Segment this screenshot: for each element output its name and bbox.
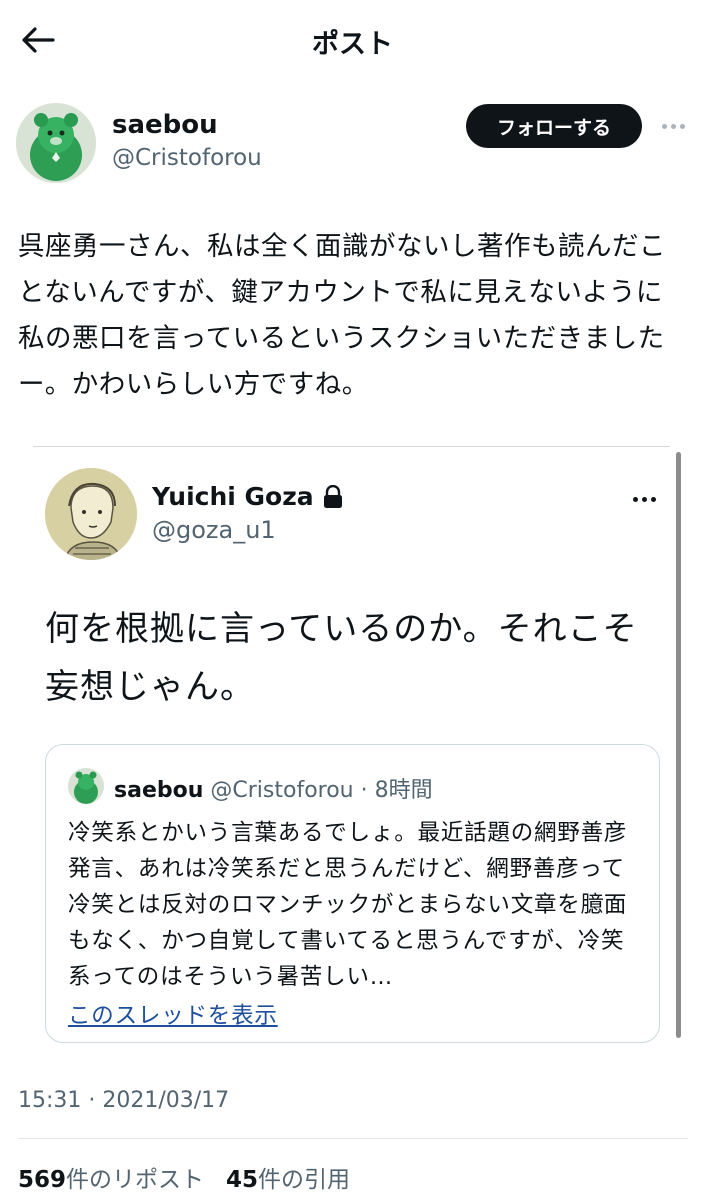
author-avatar[interactable] xyxy=(16,103,96,183)
scrollbar[interactable] xyxy=(676,452,681,1038)
post-timestamp[interactable]: 15:31 · 2021/03/17 xyxy=(18,1088,229,1113)
reposts-label: 件のリポスト xyxy=(66,1167,205,1193)
nested-author-handle: @Cristoforou xyxy=(210,778,354,803)
header: ポスト xyxy=(0,0,705,82)
quotes-label: 件の引用 xyxy=(257,1167,350,1193)
author-handle[interactable]: @Cristoforou xyxy=(112,145,262,171)
quotes-count: 45 xyxy=(225,1167,258,1193)
page-title: ポスト xyxy=(312,29,393,60)
nested-post-time: 8時間 xyxy=(374,778,433,803)
follow-button[interactable]: フォローする xyxy=(466,104,642,148)
quoted-more-options-icon[interactable] xyxy=(626,486,662,512)
post-stats: 569件のリポスト 45件の引用 xyxy=(18,1160,350,1194)
more-options-icon[interactable] xyxy=(655,112,691,140)
show-thread-link[interactable]: このスレッドを表示 xyxy=(68,998,278,1030)
nested-author-avatar xyxy=(68,768,104,804)
quoted-author-avatar[interactable] xyxy=(45,468,137,560)
reposts-stat[interactable]: 569件のリポスト xyxy=(18,1167,204,1193)
quoted-author-name[interactable]: Yuichi Goza xyxy=(152,482,314,511)
divider xyxy=(18,1138,688,1139)
quotes-stat[interactable]: 45件の引用 xyxy=(226,1167,350,1193)
quoted-post-text: 何を根拠に言っているのか。それこそ妄想じゃん。 xyxy=(45,609,638,707)
meta-separator: · xyxy=(353,778,375,803)
nested-author-name: saebou xyxy=(114,778,204,803)
quoted-author-handle[interactable]: @goza_u1 xyxy=(152,516,276,544)
post-text: 呉座勇一さん、私は全く面識がないし著作も読んだことないんですが、鍵アカウントで私… xyxy=(18,231,666,400)
nested-author-meta: saebou @Cristoforou · 8時間 xyxy=(114,772,433,804)
lock-icon xyxy=(323,484,342,508)
author-name[interactable]: saebou xyxy=(112,110,218,140)
quoted-author-row: Yuichi Goza xyxy=(152,482,344,511)
nested-post-text: 冷笑系とかいう言葉あるでしょ。最近話題の網野善彦発言、あれは冷笑系だと思うんだけ… xyxy=(68,820,628,990)
reposts-count: 569 xyxy=(18,1167,67,1193)
